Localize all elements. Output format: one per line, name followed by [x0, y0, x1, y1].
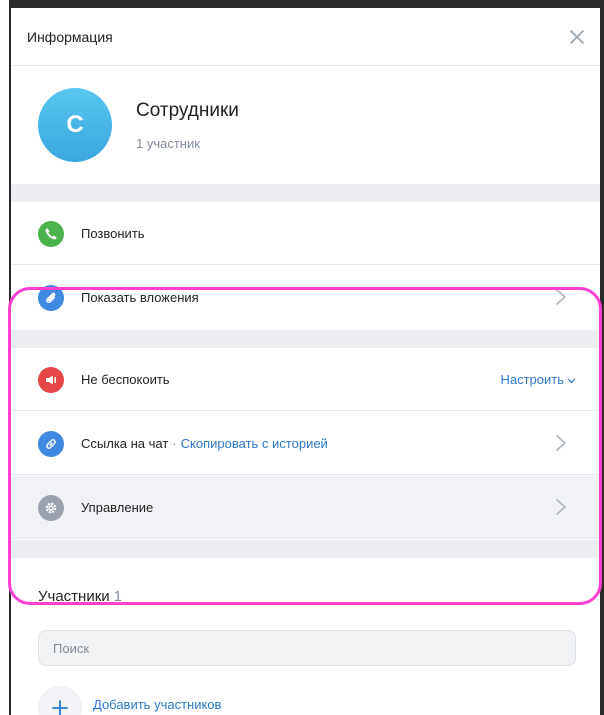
plus-icon: [38, 686, 82, 715]
frame-border-top: [9, 0, 604, 8]
attachments-label: Показать вложения: [81, 290, 199, 305]
section-divider: [11, 184, 600, 202]
chat-link-label: Ссылка на чат · Скопировать с историей: [81, 436, 328, 451]
close-icon[interactable]: [567, 27, 587, 47]
add-members-button[interactable]: Добавить участников: [38, 686, 338, 715]
section-divider: [11, 540, 600, 558]
frame-border-right: [600, 0, 604, 715]
chevron-right-icon: [556, 499, 566, 515]
member-search-input[interactable]: [38, 630, 576, 666]
chat-link-row[interactable]: Ссылка на чат · Скопировать с историей: [11, 412, 600, 475]
do-not-disturb-row[interactable]: Не беспокоить Настроить: [11, 348, 600, 411]
info-panel: Информация С Сотрудники 1 участник Позво…: [11, 8, 600, 715]
chat-profile: С Сотрудники 1 участник: [11, 66, 600, 184]
chevron-right-icon: [556, 289, 566, 305]
gear-icon: [38, 495, 64, 521]
configure-dropdown[interactable]: Настроить: [500, 372, 576, 387]
chevron-right-icon: [556, 435, 566, 451]
paperclip-icon: [38, 285, 64, 311]
chat-link-text: Ссылка на чат: [81, 436, 169, 451]
member-count-subtitle: 1 участник: [136, 136, 200, 151]
call-row[interactable]: Позвонить: [11, 202, 600, 265]
copy-with-history-link[interactable]: Скопировать с историей: [181, 436, 328, 451]
members-count: 1: [113, 588, 123, 605]
configure-label: Настроить: [500, 372, 564, 387]
chevron-down-icon: [567, 378, 576, 383]
window-frame: Информация С Сотрудники 1 участник Позво…: [0, 0, 604, 715]
add-members-label: Добавить участников: [93, 697, 222, 712]
panel-title: Информация: [27, 29, 113, 45]
members-heading: Участники 1: [38, 588, 122, 605]
section-divider: [11, 330, 600, 348]
management-label: Управление: [81, 500, 154, 515]
panel-header: Информация: [11, 8, 600, 66]
link-icon: [38, 431, 64, 457]
do-not-disturb-label: Не беспокоить: [81, 372, 170, 387]
call-label: Позвонить: [81, 226, 145, 241]
phone-icon: [38, 221, 64, 247]
megaphone-mute-icon: [38, 367, 64, 393]
chat-name: Сотрудники: [136, 100, 239, 121]
management-row[interactable]: Управление: [11, 476, 600, 539]
avatar[interactable]: С: [38, 88, 112, 162]
attachments-row[interactable]: Показать вложения: [11, 266, 600, 329]
members-title: Участники: [38, 588, 110, 605]
dot-separator: ·: [172, 436, 177, 451]
